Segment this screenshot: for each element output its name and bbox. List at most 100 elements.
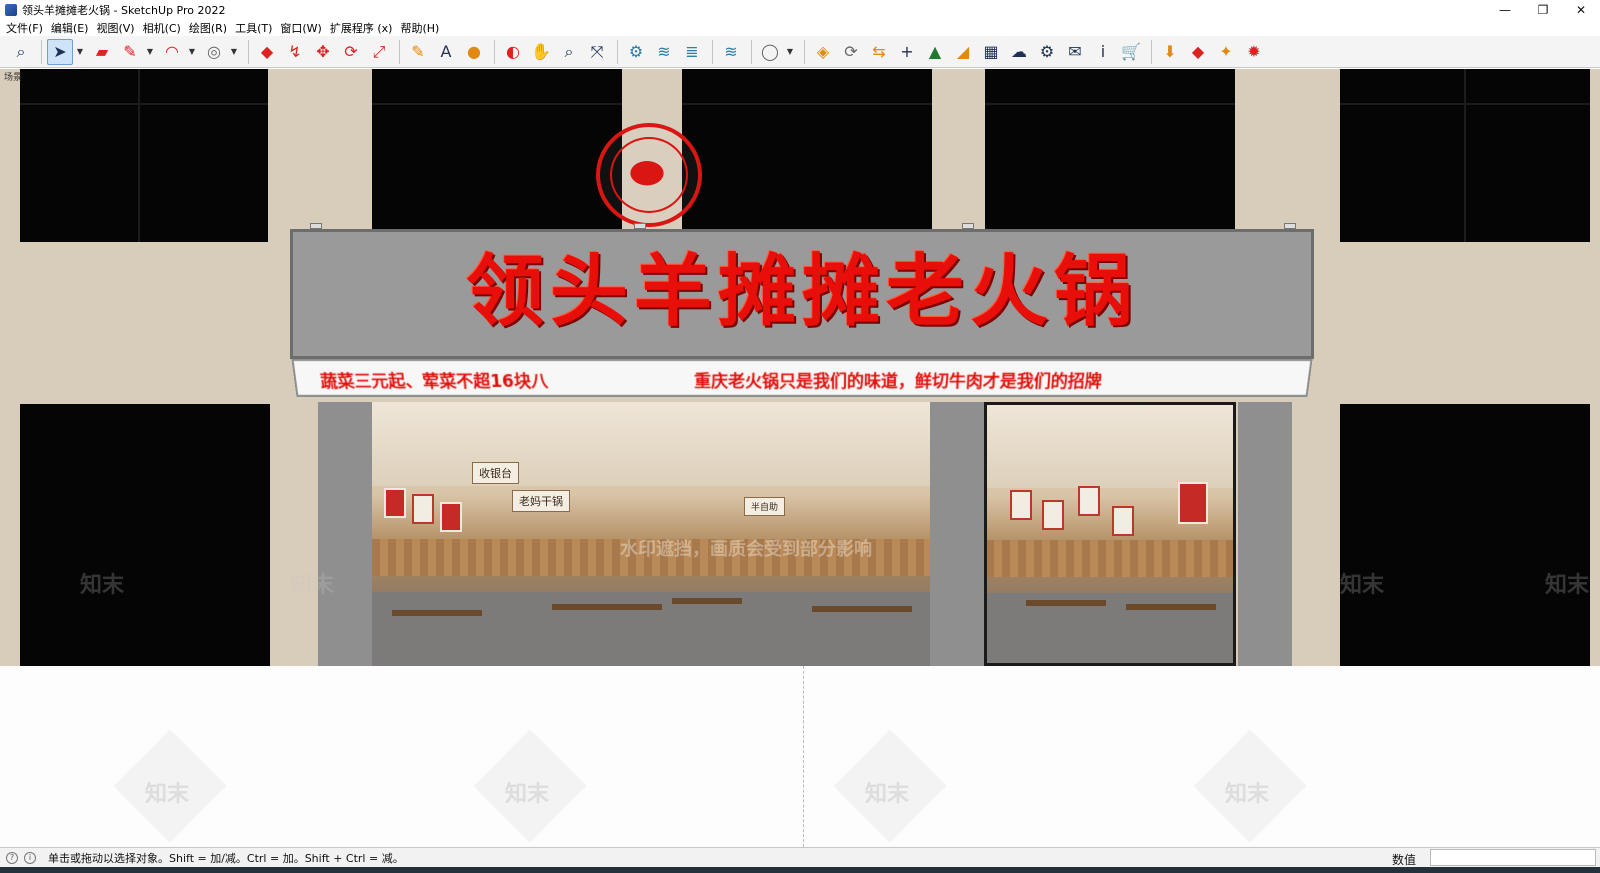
- zoom-extents-icon[interactable]: ⤧: [584, 39, 610, 65]
- rocket-icon[interactable]: ✦: [1213, 39, 1239, 65]
- watermark-text: 知末: [80, 567, 124, 599]
- sketchup-app-icon[interactable]: [5, 4, 17, 16]
- glass-door-frame: [984, 402, 1236, 666]
- move-icon[interactable]: ✥: [310, 39, 336, 65]
- menu-edit[interactable]: 编辑(E): [49, 20, 95, 36]
- cloud-upload-icon[interactable]: ☁: [1006, 39, 1032, 65]
- info-status-icon[interactable]: i: [24, 852, 36, 864]
- close-button[interactable]: ✕: [1562, 0, 1600, 19]
- brand-logo-seal: [596, 123, 702, 227]
- extension-icon[interactable]: ◈: [810, 39, 836, 65]
- 3d-warehouse-icon[interactable]: ⚙: [623, 39, 649, 65]
- shapes-dropdown-icon[interactable]: ▼: [229, 39, 239, 65]
- gears-icon[interactable]: ⚙: [1034, 39, 1060, 65]
- orbit-icon[interactable]: ◐: [500, 39, 526, 65]
- geo-location-icon[interactable]: ?: [6, 852, 18, 864]
- toolbar-separator: [617, 40, 618, 64]
- settings-icon[interactable]: ✹: [1241, 39, 1267, 65]
- signboard-title: 领头羊摊摊老火锅: [293, 242, 1311, 342]
- layers-stack-icon[interactable]: ◆: [1185, 39, 1211, 65]
- pencil-line-icon[interactable]: ✎: [117, 39, 143, 65]
- select-tool-icon[interactable]: ➤: [47, 39, 73, 65]
- menu-bar: 文件(F) 编辑(E) 视图(V) 相机(C) 绘图(R) 工具(T) 窗口(W…: [0, 19, 1600, 36]
- paint-bucket-icon[interactable]: ●: [461, 39, 487, 65]
- menu-extensions[interactable]: 扩展程序 (x): [328, 20, 399, 36]
- window-mullion: [138, 69, 140, 242]
- follow-me-icon[interactable]: ↯: [282, 39, 308, 65]
- window-mullion: [985, 103, 1235, 105]
- arc-dropdown-icon[interactable]: ▼: [187, 39, 197, 65]
- watermark-text: 知末: [1340, 567, 1384, 599]
- toolbar-separator: [751, 40, 752, 64]
- menu-camera[interactable]: 相机(C): [141, 20, 187, 36]
- menu-help[interactable]: 帮助(H): [398, 20, 445, 36]
- minimize-button[interactable]: —: [1486, 0, 1524, 19]
- watermark-notice: 水印遮挡，画质会受到部分影响: [620, 535, 872, 561]
- components-icon[interactable]: ≋: [651, 39, 677, 65]
- line-dropdown-icon[interactable]: ▼: [145, 39, 155, 65]
- checker-icon[interactable]: ▦: [978, 39, 1004, 65]
- restaurant-signboard: 领头羊摊摊老火锅: [290, 229, 1314, 359]
- info-icon[interactable]: i: [1090, 39, 1116, 65]
- wall-poster: [440, 502, 462, 532]
- dining-table: [392, 610, 482, 616]
- text-tool-icon[interactable]: A: [433, 39, 459, 65]
- select-dropdown-icon[interactable]: ▼: [75, 39, 85, 65]
- storefront-interior-left: 收银台 老妈干锅 半自助: [372, 402, 930, 666]
- measurements-input[interactable]: [1430, 849, 1596, 866]
- title-bar: 领头羊摊摊老火锅 - SketchUp Pro 2022 — ❐ ✕: [0, 0, 1600, 19]
- slogan-right: 重庆老火锅只是我们的味道，鲜切牛肉才是我们的招牌: [694, 367, 1103, 392]
- menu-file[interactable]: 文件(F): [4, 20, 49, 36]
- watermark-text: 知末: [505, 776, 549, 808]
- zoom-icon[interactable]: ⌕: [556, 39, 582, 65]
- search-icon[interactable]: ⌕: [8, 39, 34, 65]
- eraser-icon[interactable]: ▰: [89, 39, 115, 65]
- pan-icon[interactable]: ✋: [528, 39, 554, 65]
- rotate-icon[interactable]: ⟳: [338, 39, 364, 65]
- transfer-icon[interactable]: ⇆: [866, 39, 892, 65]
- dry-pot-sign: 老妈干锅: [512, 490, 570, 512]
- upper-window: [20, 69, 268, 242]
- chart-icon[interactable]: ◢: [950, 39, 976, 65]
- measurements-label: 数值: [1392, 851, 1416, 868]
- slogan-strip: 蔬菜三元起、荤菜不超16块八 重庆老火锅只是我们的味道，鲜切牛肉才是我们的招牌: [291, 359, 1312, 397]
- cashier-sign: 收银台: [472, 462, 519, 484]
- add-icon[interactable]: +: [894, 39, 920, 65]
- push-pull-icon[interactable]: ◆: [254, 39, 280, 65]
- layers-icon[interactable]: ≣: [679, 39, 705, 65]
- account-icon[interactable]: ◯: [757, 39, 783, 65]
- watermark-text: 知末: [1545, 567, 1589, 599]
- account-dropdown-icon[interactable]: ▼: [785, 39, 795, 65]
- restore-button[interactable]: ❐: [1524, 0, 1562, 19]
- storefront-pillar: [930, 402, 984, 666]
- arc-icon[interactable]: ◠: [159, 39, 185, 65]
- watermark-text: 知末: [290, 567, 334, 599]
- storefront-pillar: [318, 402, 372, 666]
- menu-view[interactable]: 视图(V): [94, 20, 140, 36]
- drawing-viewport[interactable]: 收银台 老妈干锅 半自助 领头羊摊摊老火锅 蔬菜三元起、荤菜不超16块八 重庆老…: [0, 69, 1600, 847]
- toolbar-separator: [41, 40, 42, 64]
- main-toolbar: ⌕ ➤ ▼ ▰ ✎ ▼ ◠ ▼ ◎ ▼ ◆ ↯ ✥ ⟳ ⤢ ✎ A ● ◐ ✋ …: [0, 36, 1600, 68]
- styles-icon[interactable]: ≋: [718, 39, 744, 65]
- scale-icon[interactable]: ⤢: [366, 39, 392, 65]
- ram-head-icon: [620, 149, 680, 193]
- wall-poster: [412, 494, 434, 524]
- tree-icon[interactable]: ▲: [922, 39, 948, 65]
- status-bar: ? i 单击或拖动以选择对象。Shift = 加/减。Ctrl = 加。Shif…: [0, 847, 1600, 867]
- window-mullion: [1464, 69, 1466, 242]
- menu-tools[interactable]: 工具(T): [233, 20, 278, 36]
- scene-tab-label[interactable]: 场景: [4, 70, 22, 83]
- menu-window[interactable]: 窗口(W): [278, 20, 327, 36]
- tape-measure-icon[interactable]: ✎: [405, 39, 431, 65]
- upper-window: [1340, 69, 1590, 242]
- upper-window: [372, 69, 622, 229]
- mail-icon[interactable]: ✉: [1062, 39, 1088, 65]
- cart-icon[interactable]: 🛒: [1118, 39, 1144, 65]
- menu-draw[interactable]: 绘图(R): [187, 20, 233, 36]
- download-icon[interactable]: ⬇: [1157, 39, 1183, 65]
- refresh-icon[interactable]: ⟳: [838, 39, 864, 65]
- shapes-icon[interactable]: ◎: [201, 39, 227, 65]
- window-title: 领头羊摊摊老火锅 - SketchUp Pro 2022: [22, 2, 226, 18]
- axis-guide-line: [803, 666, 804, 847]
- window-mullion: [20, 103, 268, 105]
